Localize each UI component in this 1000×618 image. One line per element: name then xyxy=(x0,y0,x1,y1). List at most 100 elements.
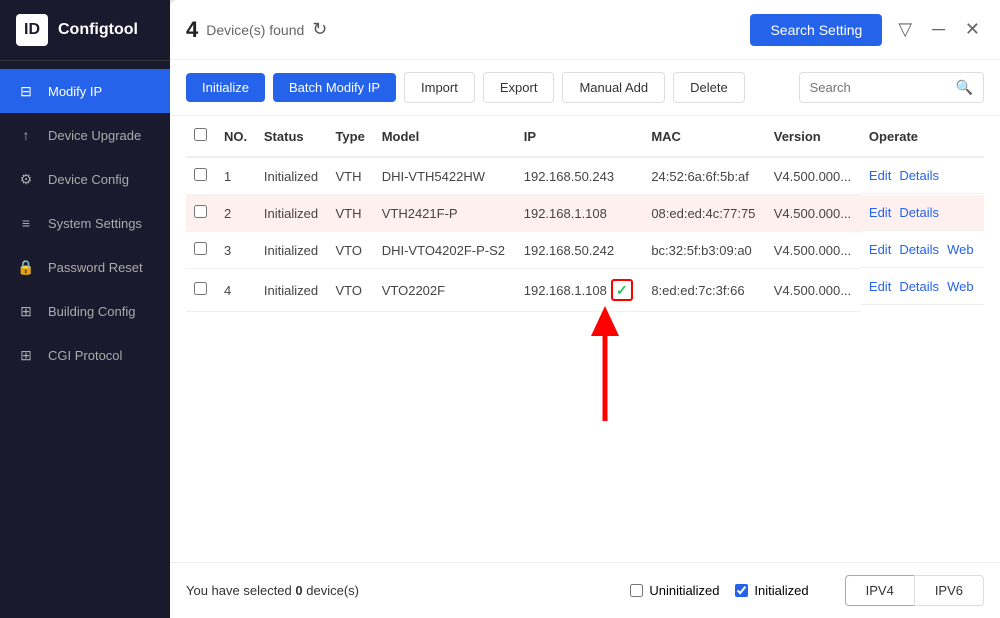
delete-button[interactable]: Delete xyxy=(673,72,745,103)
col-no: NO. xyxy=(216,116,256,157)
titlebar-actions: Search Setting ▽ ─ ✕ xyxy=(750,14,984,46)
uninitialized-checkbox[interactable] xyxy=(630,584,643,597)
initialized-label: Initialized xyxy=(754,583,808,598)
sidebar-item-device-config[interactable]: ⚙ Device Config xyxy=(0,157,170,201)
footer-checkboxes: Uninitialized Initialized xyxy=(630,583,808,598)
col-model: Model xyxy=(374,116,516,157)
selected-text: You have selected xyxy=(186,583,295,598)
sidebar-item-system-settings[interactable]: ≡ System Settings xyxy=(0,201,170,245)
operate-link-details[interactable]: Details xyxy=(899,279,939,294)
export-button[interactable]: Export xyxy=(483,72,555,103)
row-checkbox[interactable] xyxy=(194,205,207,218)
building-config-icon: ⊞ xyxy=(16,301,36,321)
col-status: Status xyxy=(256,116,328,157)
sidebar-item-device-upgrade[interactable]: ↑ Device Upgrade xyxy=(0,113,170,157)
ip-text: 192.168.1.108 xyxy=(524,283,607,298)
operate-link-details[interactable]: Details xyxy=(899,168,939,183)
table-row: 2InitializedVTHVTH2421F-P192.168.1.10808… xyxy=(186,195,984,232)
filter-icon[interactable]: ▽ xyxy=(894,15,916,44)
cell-no: 1 xyxy=(216,157,256,195)
cell-mac: bc:32:5f:b3:09:a0 xyxy=(643,232,765,269)
toolbar: Initialize Batch Modify IP Import Export… xyxy=(170,60,1000,116)
footer: You have selected 0 device(s) Uninitiali… xyxy=(170,562,1000,618)
col-type: Type xyxy=(327,116,373,157)
sidebar-item-modify-ip[interactable]: ⊟ Modify IP xyxy=(0,69,170,113)
close-icon[interactable]: ✕ xyxy=(961,15,984,44)
cell-model: VTO2202F xyxy=(374,269,516,312)
search-setting-button[interactable]: Search Setting xyxy=(750,14,882,46)
cell-version: V4.500.000... xyxy=(766,195,861,232)
table-header-row: NO. Status Type Model IP MAC Version Ope… xyxy=(186,116,984,157)
import-button[interactable]: Import xyxy=(404,72,475,103)
cell-type: VTH xyxy=(327,195,373,232)
cell-type: VTO xyxy=(327,269,373,312)
system-settings-icon: ≡ xyxy=(16,213,36,233)
operate-link-edit[interactable]: Edit xyxy=(869,279,891,294)
ipv-toggle: IPV4 IPV6 xyxy=(845,575,984,606)
row-checkbox[interactable] xyxy=(194,242,207,255)
modify-ip-icon: ⊟ xyxy=(16,81,36,101)
operate-link-edit[interactable]: Edit xyxy=(869,168,891,183)
cell-model: DHI-VTO4202F-P-S2 xyxy=(374,232,516,269)
operate-link-edit[interactable]: Edit xyxy=(869,242,891,257)
cell-ip: 192.168.50.243 xyxy=(516,157,644,195)
cell-mac: 08:ed:ed:4c:77:75 xyxy=(643,195,765,232)
cell-operate: Edit Details Web xyxy=(861,269,984,305)
select-all-checkbox[interactable] xyxy=(194,128,207,141)
cell-version: V4.500.000... xyxy=(766,157,861,195)
sidebar-item-label: Password Reset xyxy=(48,260,143,275)
check-indicator: ✓ xyxy=(611,279,633,301)
sidebar-item-label: CGI Protocol xyxy=(48,348,122,363)
col-operate: Operate xyxy=(861,116,984,157)
sidebar-item-label: Building Config xyxy=(48,304,135,319)
sidebar-item-password-reset[interactable]: 🔒 Password Reset xyxy=(0,245,170,289)
cell-type: VTH xyxy=(327,157,373,195)
sidebar: ID Configtool ⊟ Modify IP ↑ Device Upgra… xyxy=(0,0,170,618)
cell-version: V4.500.000... xyxy=(766,269,861,312)
cell-operate: Edit Details xyxy=(861,158,984,194)
device-count-section: 4 Device(s) found ↻ xyxy=(186,17,750,43)
cell-operate: Edit Details Web xyxy=(861,232,984,268)
initialized-checkbox-group: Initialized xyxy=(735,583,808,598)
cell-mac: 24:52:6a:6f:5b:af xyxy=(643,157,765,195)
manual-add-button[interactable]: Manual Add xyxy=(562,72,665,103)
device-upgrade-icon: ↑ xyxy=(16,125,36,145)
search-input[interactable] xyxy=(810,80,950,95)
cell-no: 2 xyxy=(216,195,256,232)
ipv6-button[interactable]: IPV6 xyxy=(914,575,984,606)
password-reset-icon: 🔒 xyxy=(16,257,36,277)
minimize-icon[interactable]: ─ xyxy=(928,15,949,44)
row-checkbox[interactable] xyxy=(194,168,207,181)
sidebar-item-building-config[interactable]: ⊞ Building Config xyxy=(0,289,170,333)
table-row: 1InitializedVTHDHI-VTH5422HW192.168.50.2… xyxy=(186,157,984,195)
initialized-checkbox[interactable] xyxy=(735,584,748,597)
operate-link-details[interactable]: Details xyxy=(899,242,939,257)
sidebar-item-cgi-protocol[interactable]: ⊞ CGI Protocol xyxy=(0,333,170,377)
col-version: Version xyxy=(766,116,861,157)
sidebar-logo: ID Configtool xyxy=(0,0,170,61)
cell-model: VTH2421F-P xyxy=(374,195,516,232)
cell-version: V4.500.000... xyxy=(766,232,861,269)
operate-link-web[interactable]: Web xyxy=(947,242,974,257)
row-checkbox[interactable] xyxy=(194,282,207,295)
ipv4-button[interactable]: IPV4 xyxy=(845,575,914,606)
main-content: 4 Device(s) found ↻ Search Setting ▽ ─ ✕… xyxy=(170,0,1000,618)
batch-modify-ip-button[interactable]: Batch Modify IP xyxy=(273,73,396,102)
device-count-number: 4 xyxy=(186,17,198,43)
sidebar-nav: ⊟ Modify IP ↑ Device Upgrade ⚙ Device Co… xyxy=(0,69,170,377)
operate-link-edit[interactable]: Edit xyxy=(869,205,891,220)
col-mac: MAC xyxy=(643,116,765,157)
cell-type: VTO xyxy=(327,232,373,269)
device-table-container: NO. Status Type Model IP MAC Version Ope… xyxy=(170,116,1000,562)
cell-status: Initialized xyxy=(256,157,328,195)
sidebar-item-label: Device Upgrade xyxy=(48,128,141,143)
operate-link-web[interactable]: Web xyxy=(947,279,974,294)
search-box: 🔍 xyxy=(799,72,984,103)
refresh-icon[interactable]: ↻ xyxy=(312,19,327,40)
device-table: NO. Status Type Model IP MAC Version Ope… xyxy=(186,116,984,312)
initialize-button[interactable]: Initialize xyxy=(186,73,265,102)
device-config-icon: ⚙ xyxy=(16,169,36,189)
operate-link-details[interactable]: Details xyxy=(899,205,939,220)
cell-mac: 8:ed:ed:7c:3f:66 xyxy=(643,269,765,312)
cell-status: Initialized xyxy=(256,232,328,269)
